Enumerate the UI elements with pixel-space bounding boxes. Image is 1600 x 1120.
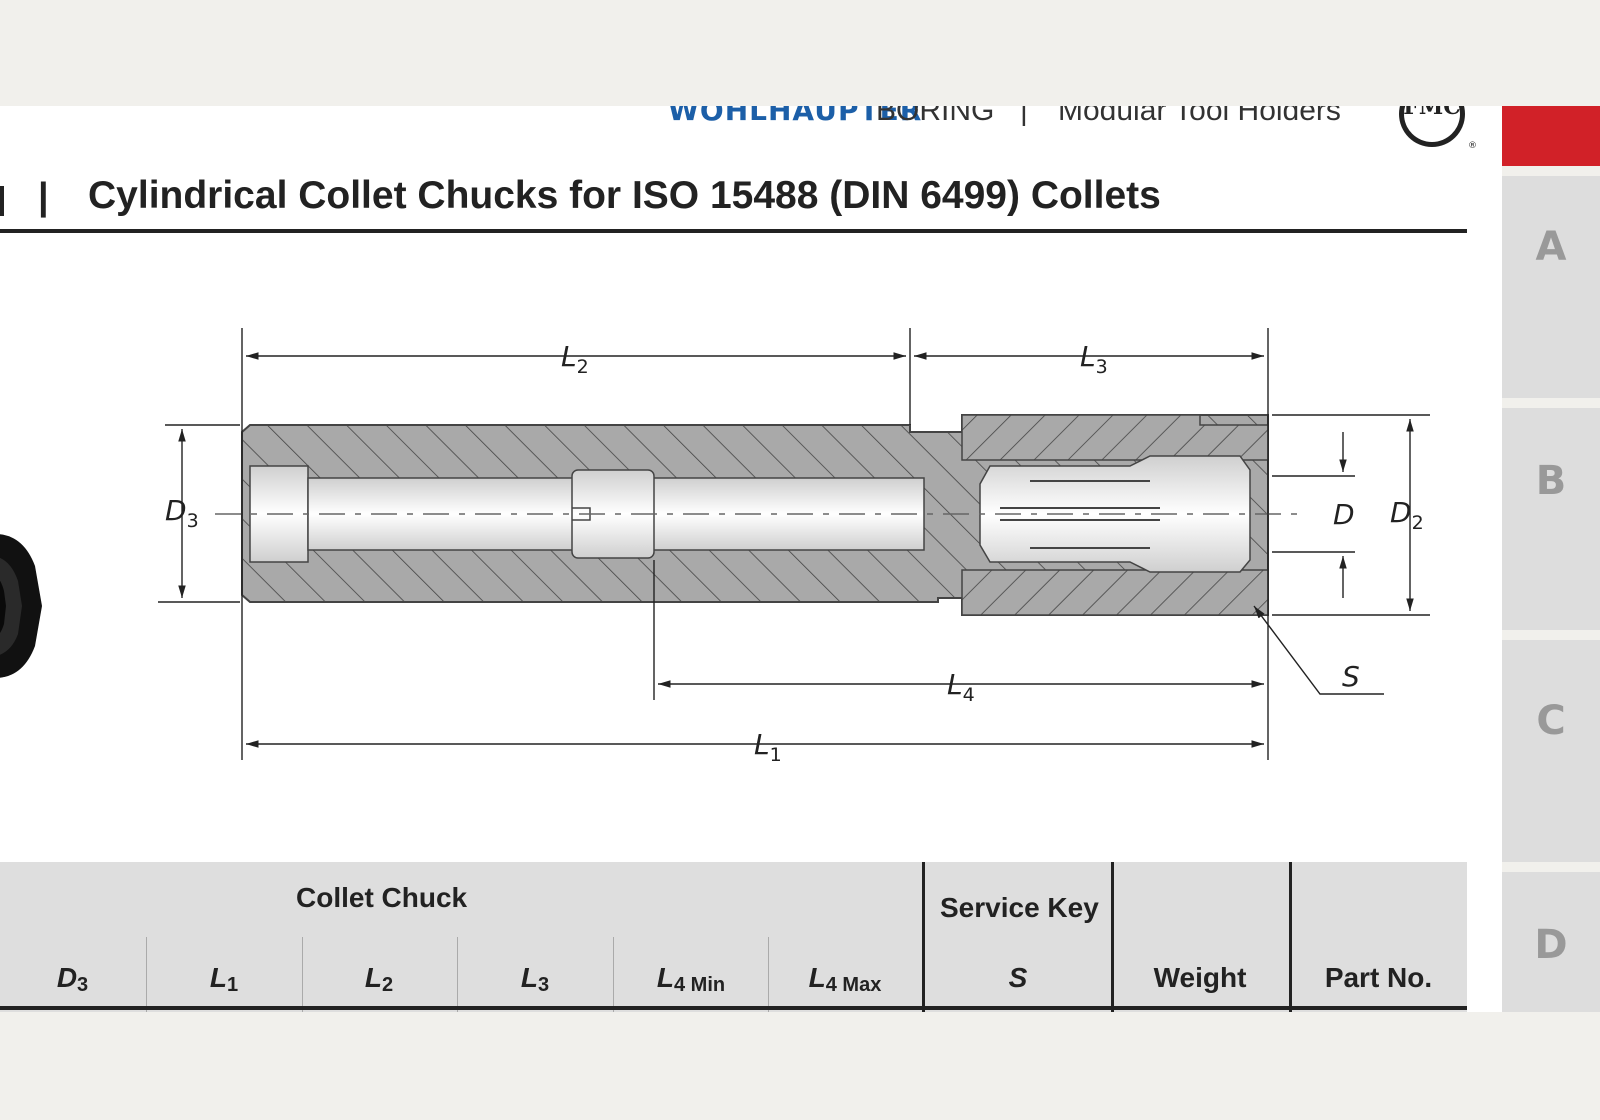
column-divider [613,937,614,1012]
chuck-body [215,414,1300,616]
group-header-collet-chuck: Collet Chuck [296,882,468,913]
col-header-weight: Weight [1153,962,1247,993]
dim-label-l3: L3 [1080,340,1108,378]
group-divider [1111,862,1114,1012]
column-divider [302,937,303,1012]
col-header-l3: L3 [520,962,550,996]
column-divider [146,937,147,1012]
dim-label-l2: L2 [561,340,589,378]
dim-label-d3: D3 [165,494,199,532]
column-divider [768,937,769,1012]
group-divider [922,862,925,1012]
section-tab-strip: A B C D [1502,106,1600,1012]
col-header-l4-min: L4 Min [656,962,726,996]
tab-b[interactable]: B [1502,408,1600,630]
table-rule [0,1006,1467,1010]
column-divider [457,937,458,1012]
group-divider [1289,862,1292,1012]
tab-d[interactable]: D [1502,872,1600,1012]
active-section-marker [1502,106,1600,166]
technical-drawing: L2 L3 L4 L1 D3 D2 D S [158,328,1430,766]
col-header-l2: L2 [364,962,394,996]
dim-label-d: D [1333,498,1355,531]
group-header-service-key: Service Key [940,892,1099,923]
col-header-s: S [1008,962,1028,993]
col-header-d3: D3 [56,962,89,996]
dim-label-s: S [1342,660,1360,693]
dim-label-l1: L1 [754,728,782,766]
spec-table-header: Collet Chuck Service Key D3 L1 L2 L3 L4 … [0,862,1467,1012]
dim-label-l4: L4 [947,668,975,706]
col-header-part-no: Part No. [1324,962,1433,993]
catalog-page: WOHLHAUPTER BORING | Modular Tool Holder… [0,106,1600,1012]
col-header-l1: L1 [209,962,239,996]
col-header-l4-max: L4 Max [808,962,882,996]
tab-a[interactable]: A [1502,176,1600,398]
tab-c[interactable]: C [1502,640,1600,862]
dim-label-d2: D2 [1390,496,1424,534]
